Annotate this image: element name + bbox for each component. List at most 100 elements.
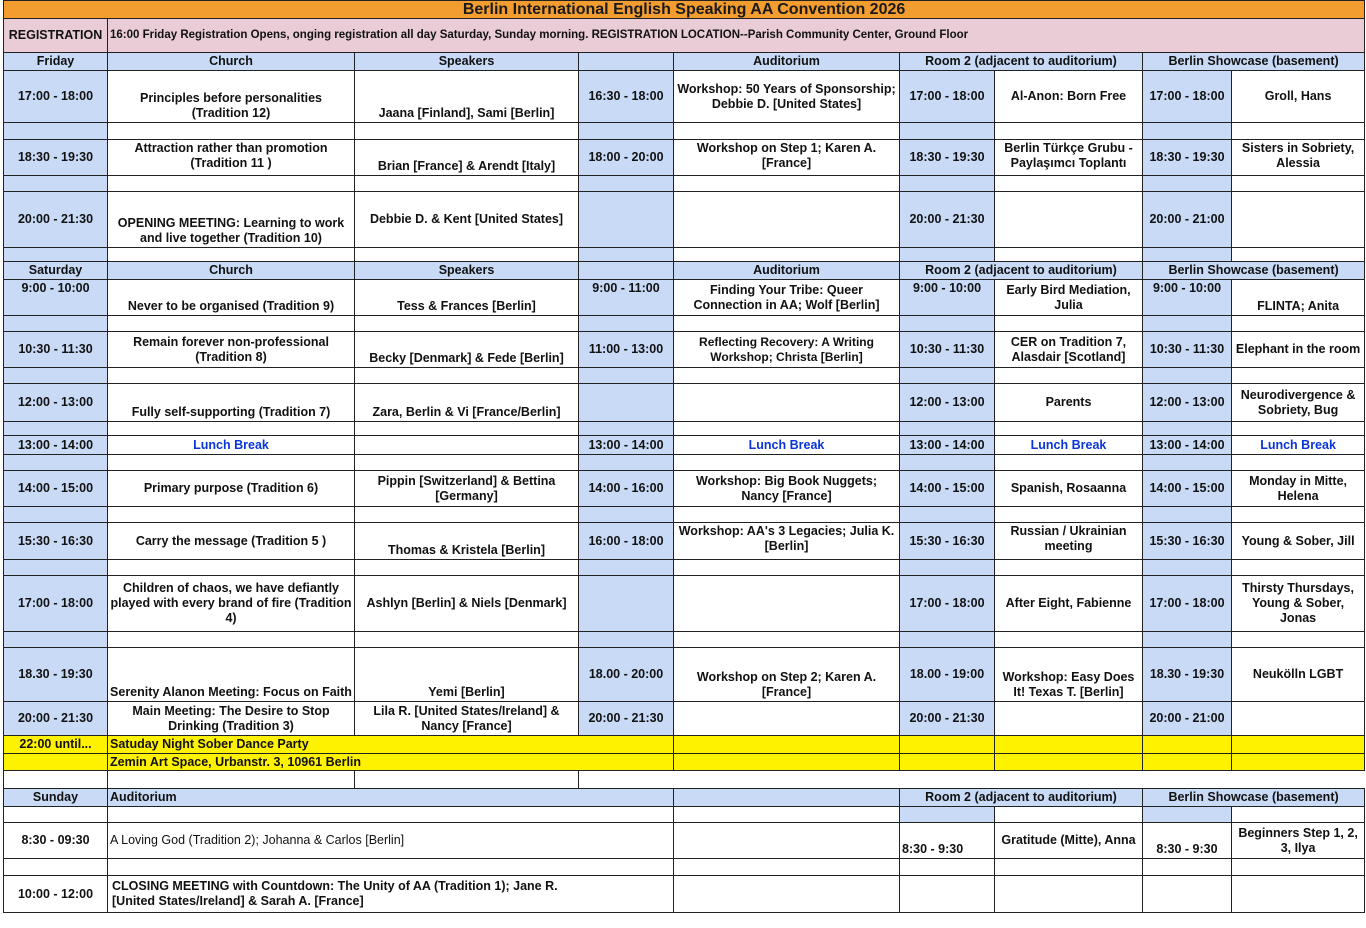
room2-session: Early Bird Mediation, Julia — [994, 279, 1143, 316]
party-location-row: Zemin Art Space, Urbanstr. 3, 10961 Berl… — [3, 753, 1366, 771]
church-session: Never to be organised (Tradition 9) — [107, 279, 355, 316]
church-session: Primary purpose (Tradition 6) — [107, 470, 355, 507]
column-header-berlin-showcase: Berlin Showcase (basement) — [1141, 52, 1366, 71]
showcase-session — [1230, 701, 1366, 736]
room2-session — [994, 191, 1143, 248]
speakers-cell: Lila R. [United States/Ireland] & Nancy … — [354, 701, 579, 736]
page-title: Berlin International English Speaking AA… — [2, 0, 1366, 19]
time-cell: 15:30 - 16:30 — [899, 522, 995, 560]
room2-session: Parents — [994, 383, 1143, 422]
room2-session: Gratitude (Mitte), Anna — [994, 822, 1143, 859]
party-location: Zemin Art Space, Urbanstr. 3, 10961 Berl… — [107, 753, 674, 771]
time-cell: 10:30 - 11:30 — [899, 331, 995, 368]
time-cell: 13:00 - 14:00 — [578, 435, 674, 455]
time-cell: 18:30 - 19:30 — [3, 139, 108, 176]
time-cell: 12:00 - 13:00 — [899, 383, 995, 422]
auditorium-session: A Loving God (Tradition 2); Johanna & Ca… — [107, 822, 674, 859]
auditorium-session — [673, 575, 900, 632]
auditorium-session — [673, 191, 900, 248]
table-row: 8:30 - 09:30 A Loving God (Tradition 2);… — [3, 822, 1366, 859]
column-header-speakers: Speakers — [354, 261, 579, 280]
room2-session: After Eight, Fabienne — [994, 575, 1143, 632]
room2-session: CER on Tradition 7, Alasdair [Scotland] — [994, 331, 1143, 368]
showcase-session: Elephant in the room — [1230, 331, 1366, 368]
showcase-session: Sisters in Sobriety, Alessia — [1230, 139, 1366, 176]
lunch-break-label: Lunch Break — [107, 435, 355, 455]
time-cell: 13:00 - 14:00 — [1142, 435, 1232, 455]
auditorium-session: Workshop on Step 1; Karen A. [France] — [673, 139, 900, 176]
time-cell: 8:30 - 9:30 — [1142, 822, 1232, 859]
room2-session: Al-Anon: Born Free — [994, 70, 1143, 123]
time-cell: 18:00 - 20:00 — [578, 139, 674, 176]
church-session: OPENING MEETING: Learning to work and li… — [107, 191, 355, 248]
auditorium-session: Workshop: Big Book Nuggets; Nancy [Franc… — [673, 470, 900, 507]
speakers-cell: Debbie D. & Kent [United States] — [354, 191, 579, 248]
table-row: 20:00 - 21:30 Main Meeting: The Desire t… — [3, 701, 1366, 736]
registration-text: 16:00 Friday Registration Opens, onging … — [106, 18, 1366, 53]
time-cell: 14:00 - 15:00 — [899, 470, 995, 507]
party-row: 22:00 until... Satuday Night Sober Dance… — [3, 735, 1366, 754]
speakers-cell: Thomas & Kristela [Berlin] — [354, 522, 579, 560]
friday-header-row: Friday Church Speakers Auditorium Room 2… — [3, 52, 1366, 71]
time-cell: 20:00 - 21:00 — [1142, 191, 1232, 248]
church-session: Attraction rather than promotion (Tradit… — [107, 139, 355, 176]
time-cell: 20:00 - 21:30 — [3, 701, 108, 736]
table-row: 17:00 - 18:00 Children of chaos, we have… — [3, 575, 1366, 632]
column-header-room-2: Room 2 (adjacent to auditorium) — [899, 261, 1143, 280]
column-header-room-2: Room 2 (adjacent to auditorium) — [899, 788, 1143, 807]
time-cell: 16:30 - 18:00 — [578, 70, 674, 123]
church-session: Main Meeting: The Desire to Stop Drinkin… — [107, 701, 355, 736]
lunch-break-label: Lunch Break — [994, 435, 1143, 455]
speakers-cell: Brian [France] & Arendt [Italy] — [354, 139, 579, 176]
church-session: Principles before personalities (Traditi… — [107, 70, 355, 123]
time-cell: 20:00 - 21:30 — [578, 701, 674, 736]
party-name: Satuday Night Sober Dance Party — [107, 735, 674, 754]
saturday-header-row: Saturday Church Speakers Auditorium Room… — [3, 261, 1366, 280]
showcase-session: FLINTA; Anita — [1230, 279, 1366, 316]
showcase-session: Young & Sober, Jill — [1230, 522, 1366, 560]
speakers-cell: Pippin [Switzerland] & Bettina [Germany] — [354, 470, 579, 507]
time-cell: 10:30 - 11:30 — [3, 331, 108, 368]
time-cell: 9:00 - 10:00 — [3, 279, 108, 316]
time-cell: 14:00 - 16:00 — [578, 470, 674, 507]
time-cell: 14:00 - 15:00 — [3, 470, 108, 507]
column-header-berlin-showcase: Berlin Showcase (basement) — [1141, 788, 1366, 807]
registration-label: REGISTRATION — [3, 18, 108, 53]
lunch-row: 13:00 - 14:00 Lunch Break 13:00 - 14:00 … — [3, 435, 1366, 455]
time-cell: 10:30 - 11:30 — [1142, 331, 1232, 368]
time-cell: 12:00 - 13:00 — [3, 383, 108, 422]
auditorium-session — [673, 701, 900, 736]
lunch-break-label: Lunch Break — [1230, 435, 1366, 455]
time-cell: 15:30 - 16:30 — [1142, 522, 1232, 560]
column-header-speakers: Speakers — [354, 52, 579, 71]
party-time: 22:00 until... — [3, 735, 108, 754]
time-cell: 18:30 - 19:30 — [1142, 139, 1232, 176]
time-cell: 20:00 - 21:30 — [899, 701, 995, 736]
time-cell: 18.00 - 20:00 — [578, 647, 674, 702]
column-header-room-2: Room 2 (adjacent to auditorium) — [899, 52, 1143, 71]
schedule-table: Berlin International English Speaking AA… — [2, 0, 1366, 913]
speakers-cell: Tess & Frances [Berlin] — [354, 279, 579, 316]
time-cell: 15:30 - 16:30 — [3, 522, 108, 560]
lunch-break-label: Lunch Break — [673, 435, 900, 455]
auditorium-session: Reflecting Recovery: A Writing Workshop;… — [673, 331, 900, 368]
column-header-church: Church — [107, 52, 355, 71]
time-cell: 20:00 - 21:30 — [3, 191, 108, 248]
time-cell: 20:00 - 21:00 — [1142, 701, 1232, 736]
column-header-auditorium: Auditorium — [673, 261, 900, 280]
time-cell: 13:00 - 14:00 — [3, 435, 108, 455]
time-cell: 9:00 - 10:00 — [1142, 279, 1232, 316]
table-row: 18:30 - 19:30 Attraction rather than pro… — [3, 139, 1366, 176]
time-cell: 17:00 - 18:00 — [3, 575, 108, 632]
column-header-auditorium: Auditorium — [107, 788, 674, 807]
showcase-session: Groll, Hans — [1230, 70, 1366, 123]
table-row: 10:00 - 12:00 CLOSING MEETING with Count… — [3, 875, 1366, 913]
room2-session: Berlin Türkçe Grubu - Paylaşımcı Toplant… — [994, 139, 1143, 176]
day-label-friday: Friday — [3, 52, 108, 71]
day-label-saturday: Saturday — [3, 261, 108, 280]
speakers-cell: Jaana [Finland], Sami [Berlin] — [354, 70, 579, 123]
room2-session: Russian / Ukrainian meeting — [994, 522, 1143, 560]
time-cell: 10:00 - 12:00 — [3, 875, 108, 913]
showcase-session: Neurodivergence & Sobriety, Bug — [1230, 383, 1366, 422]
room2-session: Spanish, Rosaanna — [994, 470, 1143, 507]
